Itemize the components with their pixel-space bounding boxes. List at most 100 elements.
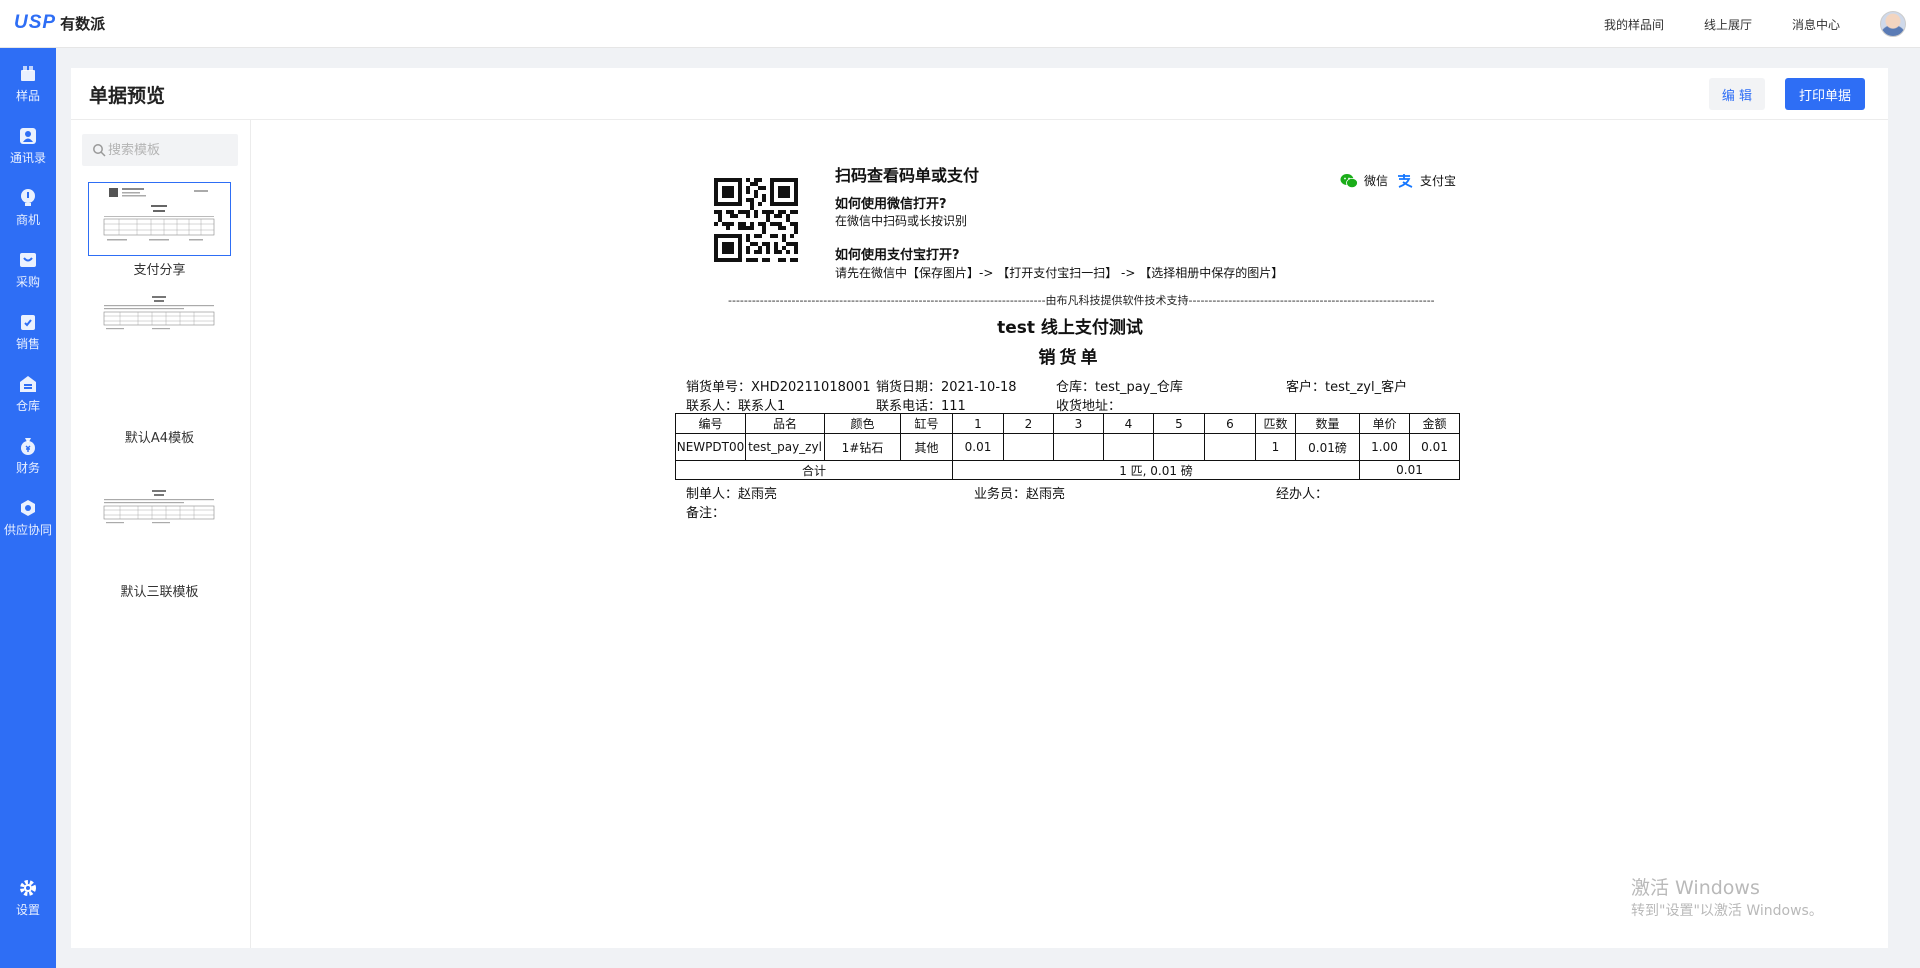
page-title: 单据预览 [89, 85, 166, 107]
sidebar-item-label: 仓库 [15, 399, 40, 413]
document-maker: 制单人：赵雨亮 [686, 487, 778, 502]
column-header: 颜色 [824, 413, 901, 434]
sidebar-item-settings[interactable]: 设置 [0, 878, 56, 938]
table-cell [1204, 433, 1256, 461]
scan-title: 扫码查看码单或支付 [835, 166, 980, 185]
contact-person: 联系人：联系人1 [686, 399, 786, 414]
template-item-pay-share[interactable]: 支付分享 [88, 182, 231, 278]
template-search [82, 134, 238, 166]
column-header: 数量 [1295, 413, 1360, 434]
wechat-label: 微信 [1364, 174, 1389, 188]
column-header: 匹数 [1255, 413, 1296, 434]
column-header: 6 [1204, 413, 1256, 434]
nav-message-center[interactable]: 消息中心 [1792, 16, 1840, 33]
column-header: 2 [1003, 413, 1054, 434]
sidebar-item-label: 设置 [15, 903, 40, 917]
table-cell [1003, 433, 1054, 461]
sidebar-item-label: 通讯录 [9, 151, 46, 165]
sidebar-item-purchase[interactable]: 采购 [0, 250, 56, 310]
sidebar-item-label: 供应协同 [3, 523, 52, 537]
clipboard-icon [21, 315, 35, 330]
alipay-label: 支付宝 [1420, 174, 1457, 188]
sales-document: 扫码查看码单或支付 如何使用微信打开? 在微信中扫码或长按识别 如何使用支付宝打… [252, 120, 1888, 948]
salesperson: 业务员：赵雨亮 [974, 487, 1066, 502]
document-subtitle: 销货单 [1038, 348, 1102, 368]
page-header: 单据预览 编 辑 打印单据 [71, 68, 1888, 120]
table-cell [1153, 433, 1205, 461]
table-cell: 0.01 [952, 433, 1004, 461]
column-header: 1 [952, 413, 1004, 434]
table-cell: 其他 [900, 433, 953, 461]
order-date: 销货日期：2021-10-18 [876, 380, 1017, 395]
table-header-row: 编号 品名 颜色 缸号 1 2 3 4 5 6 匹数 数量 单价 金额 [675, 413, 1460, 434]
payment-methods: 微信 支付宝 [1340, 172, 1456, 189]
main-panel: 单据预览 编 辑 打印单据 支付分享 [71, 68, 1888, 948]
template-panel: 支付分享 默认A4模板 [71, 120, 251, 948]
warehouse-icon [20, 376, 36, 392]
table-cell [1053, 433, 1104, 461]
table-cell: 0.01磅 [1295, 433, 1360, 461]
sidebar-item-sales[interactable]: 销售 [0, 312, 56, 372]
column-header: 编号 [675, 413, 746, 434]
box-icon [21, 66, 35, 81]
activation-watermark-title: 激活 Windows [1631, 877, 1760, 899]
template-name: 支付分享 [133, 263, 186, 278]
column-header: 5 [1153, 413, 1205, 434]
logo-mark: USP [14, 12, 57, 33]
sidebar-item-label: 采购 [15, 275, 40, 289]
contact-phone: 联系电话：111 [876, 399, 966, 414]
sidebar-item-label: 财务 [15, 461, 40, 475]
column-header: 3 [1053, 413, 1104, 434]
print-button[interactable]: 打印单据 [1785, 78, 1865, 110]
bulb-icon [21, 189, 35, 206]
sidebar-item-supply-collab[interactable]: 供应协同 [0, 498, 56, 558]
table-total-row: 合计 1 匹, 0.01 磅 0.01 [675, 460, 1460, 480]
nav-online-showroom[interactable]: 线上展厅 [1704, 16, 1752, 33]
sidebar-item-warehouse[interactable]: 仓库 [0, 374, 56, 434]
alipay-question: 如何使用支付宝打开? [835, 248, 960, 263]
brand-name: 有数派 [60, 14, 106, 33]
tech-support-divider: ----------------------------------------… [728, 294, 1434, 307]
search-input[interactable] [108, 134, 234, 166]
wechat-question: 如何使用微信打开? [835, 197, 947, 212]
sidebar-item-samples[interactable]: 样品 [0, 64, 56, 124]
document-preview: 扫码查看码单或支付 如何使用微信打开? 在微信中扫码或长按识别 如何使用支付宝打… [252, 120, 1888, 948]
document-title: test 线上支付测试 [997, 318, 1143, 338]
gear-icon [20, 880, 36, 896]
template-thumbnail [88, 294, 231, 424]
table-cell [1103, 433, 1154, 461]
sidebar-item-finance[interactable]: 财务 [0, 436, 56, 496]
table-row: NEWPDT00 test_pay_zyl 1#钻石 其他 0.01 1 0.0… [675, 433, 1460, 461]
activation-watermark-text: 转到"设置"以激活 Windows。 [1631, 903, 1823, 919]
table-cell: 1.00 [1359, 433, 1410, 461]
sidebar-item-opportunities[interactable]: 商机 [0, 188, 56, 248]
customer: 客户：test_zyl_客户 [1286, 380, 1408, 395]
column-header: 缸号 [900, 413, 953, 434]
alipay-icon [1398, 173, 1413, 188]
top-bar: USP 有数派 我的样品间 线上展厅 消息中心 [0, 0, 1920, 48]
template-name: 默认A4模板 [124, 431, 195, 446]
template-item-triplicate[interactable]: 默认三联模板 [88, 488, 231, 600]
column-header: 单价 [1359, 413, 1410, 434]
sidebar: 样品 通讯录 商机 采购 销售 仓库 财务 供应协同 设置 [0, 48, 56, 968]
money-bag-icon [21, 438, 35, 455]
warehouse: 仓库：test_pay_仓库 [1056, 380, 1183, 395]
app-logo[interactable]: USP 有数派 [14, 12, 105, 34]
avatar[interactable] [1880, 11, 1906, 37]
cart-icon [20, 253, 36, 267]
edit-button[interactable]: 编 辑 [1709, 78, 1765, 110]
template-item-a4[interactable]: 默认A4模板 [88, 294, 231, 446]
template-thumbnail [88, 488, 231, 578]
table-cell: 0.01 [1409, 433, 1460, 461]
order-number: 销货单号：XHD20211018001 [686, 380, 871, 395]
contacts-icon [20, 128, 36, 144]
column-header: 金额 [1409, 413, 1460, 434]
alipay-answer: 请先在微信中【保存图片】-> 【打开支付宝扫一扫】 -> 【选择相册中保存的图片… [835, 266, 1284, 280]
nav-my-sample-room[interactable]: 我的样品间 [1604, 16, 1664, 33]
top-nav: 我的样品间 线上展厅 消息中心 [1604, 0, 1920, 48]
sidebar-item-contacts[interactable]: 通讯录 [0, 126, 56, 186]
template-name: 默认三联模板 [120, 585, 199, 600]
column-header: 品名 [745, 413, 825, 434]
table-cell: 1 [1255, 433, 1296, 461]
handler: 经办人： [1276, 487, 1329, 502]
